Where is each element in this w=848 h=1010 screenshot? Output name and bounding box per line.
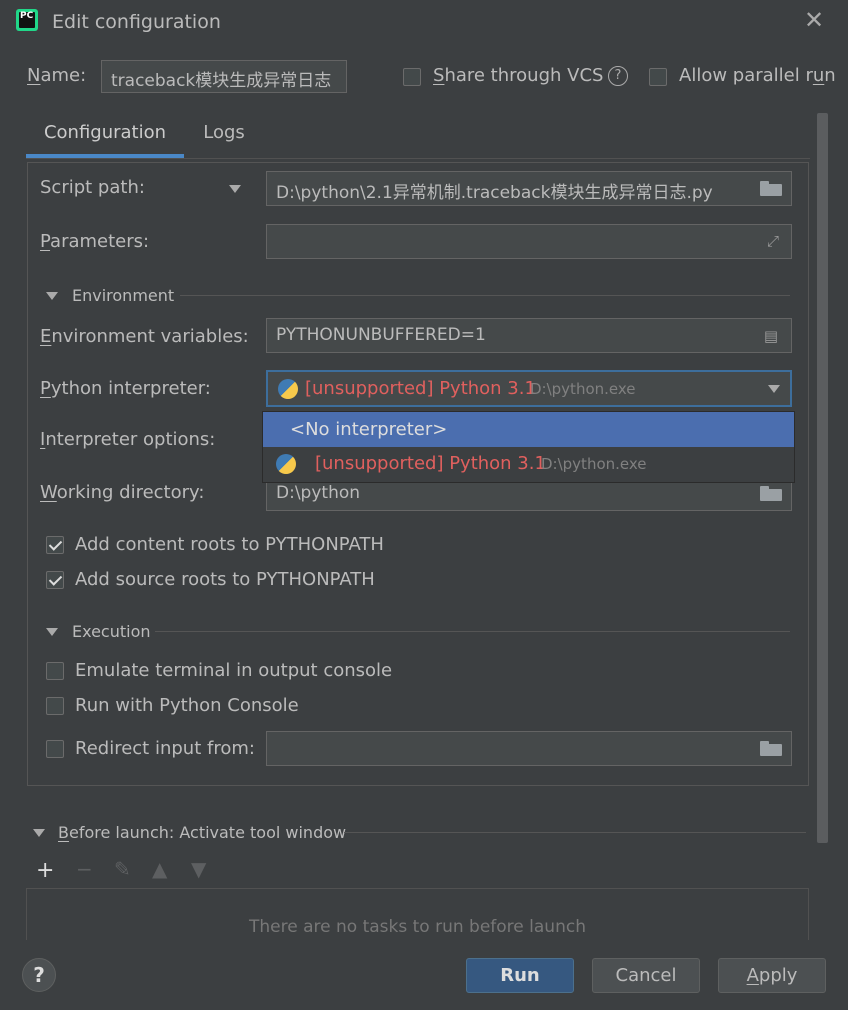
remove-task-icon[interactable]: −	[76, 857, 93, 881]
interpreter-select[interactable]: [unsupported] Python 3.1 D:\python.exe	[266, 370, 792, 407]
help-circle-icon[interactable]: ?	[608, 66, 628, 86]
interpreter-label: Python interpreter:	[40, 378, 211, 399]
name-label: Name:	[27, 65, 87, 86]
folder-icon[interactable]	[760, 486, 782, 501]
cancel-button[interactable]: Cancel	[592, 958, 700, 993]
before-launch-collapse-icon[interactable]	[33, 829, 45, 837]
tabs-divider	[26, 158, 810, 159]
folder-icon[interactable]	[760, 741, 782, 756]
tasks-empty-text: There are no tasks to run before launch	[249, 917, 586, 937]
env-vars-field[interactable]: PYTHONUNBUFFERED=1	[266, 318, 792, 353]
interpreter-selected-label: [unsupported] Python 3.1	[305, 378, 536, 399]
script-path-label: Script path:	[40, 177, 145, 198]
execution-section-title[interactable]: Execution	[72, 622, 151, 641]
before-launch-tasks-list: There are no tasks to run before launch	[26, 888, 809, 940]
window-title: Edit configuration	[52, 11, 221, 33]
move-up-icon[interactable]: ▲	[152, 857, 167, 881]
close-icon[interactable]: ✕	[802, 8, 826, 32]
option-label: <No interpreter>	[290, 419, 448, 440]
dropdown-option-python[interactable]: [unsupported] Python 3.1 D:\python.exe	[263, 447, 794, 482]
move-down-icon[interactable]: ▼	[191, 857, 206, 881]
edit-pencil-icon[interactable]: ✎	[114, 857, 131, 881]
script-path-field[interactable]: D:\python\2.1异常机制.traceback模块生成异常日志.py	[266, 171, 792, 206]
chevron-down-icon[interactable]	[768, 385, 780, 393]
pycharm-logo-icon: PC	[16, 9, 38, 31]
script-path-value: D:\python\2.1异常机制.traceback模块生成异常日志.py	[276, 183, 713, 203]
parameters-field[interactable]	[266, 224, 792, 259]
before-launch-title[interactable]: Before launch: Activate tool window	[58, 823, 346, 842]
execution-collapse-icon[interactable]	[46, 628, 58, 636]
python-icon	[276, 454, 296, 474]
redirect-input-field[interactable]	[266, 731, 792, 766]
document-list-icon[interactable]: ▤	[760, 327, 782, 345]
environment-collapse-icon[interactable]	[46, 292, 58, 300]
share-vcs-label[interactable]: Share through VCS	[433, 65, 603, 86]
redirect-input-checkbox[interactable]	[46, 740, 64, 758]
redirect-input-label[interactable]: Redirect input from:	[75, 738, 255, 759]
interpreter-selected-path: D:\python.exe	[530, 380, 636, 398]
working-dir-label: Working directory:	[40, 482, 205, 503]
run-button[interactable]: Run	[466, 958, 574, 993]
vertical-scrollbar[interactable]	[817, 113, 828, 843]
add-source-roots-checkbox[interactable]	[46, 571, 64, 589]
add-content-roots-label[interactable]: Add content roots to PYTHONPATH	[75, 534, 384, 555]
help-button[interactable]: ?	[22, 958, 56, 992]
interpreter-dropdown-popup: <No interpreter> [unsupported] Python 3.…	[262, 411, 795, 483]
option-label: [unsupported] Python 3.1	[315, 453, 546, 474]
emulate-terminal-label[interactable]: Emulate terminal in output console	[75, 660, 392, 681]
name-input[interactable]: traceback模块生成异常日志	[101, 60, 347, 93]
tab-logs[interactable]: Logs	[190, 114, 258, 152]
tab-configuration[interactable]: Configuration	[26, 114, 184, 158]
folder-icon[interactable]	[760, 181, 782, 196]
share-vcs-checkbox[interactable]	[403, 68, 421, 86]
env-vars-label: Environment variables:	[40, 326, 249, 347]
execution-divider	[155, 631, 790, 632]
interpreter-options-label: Interpreter options:	[40, 429, 216, 450]
title-bar: PC Edit configuration ✕	[0, 0, 848, 44]
python-icon	[278, 379, 298, 399]
option-path: D:\python.exe	[541, 455, 647, 473]
run-with-console-checkbox[interactable]	[46, 697, 64, 715]
apply-button[interactable]: Apply	[718, 958, 826, 993]
environment-section-title[interactable]: Environment	[72, 286, 174, 305]
add-task-icon[interactable]: +	[36, 858, 54, 883]
before-launch-divider	[344, 832, 806, 833]
add-content-roots-checkbox[interactable]	[46, 536, 64, 554]
add-source-roots-label[interactable]: Add source roots to PYTHONPATH	[75, 569, 375, 590]
expand-icon[interactable]: ⤢	[762, 232, 784, 250]
emulate-terminal-checkbox[interactable]	[46, 662, 64, 680]
allow-parallel-label[interactable]: Allow parallel run	[679, 65, 836, 86]
allow-parallel-checkbox[interactable]	[649, 68, 667, 86]
run-with-console-label[interactable]: Run with Python Console	[75, 695, 299, 716]
parameters-label: Parameters:	[40, 231, 150, 252]
environment-divider	[180, 295, 790, 296]
script-type-dropdown-icon[interactable]	[229, 185, 241, 193]
logo-text: PC	[20, 11, 34, 21]
dropdown-option-no-interpreter[interactable]: <No interpreter>	[263, 412, 794, 447]
